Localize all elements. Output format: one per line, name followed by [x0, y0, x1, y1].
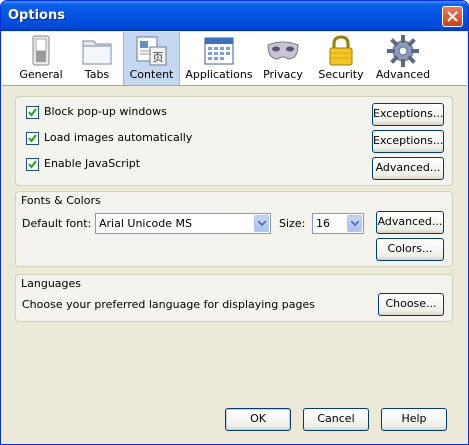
button-label: Advanced... — [375, 161, 441, 174]
pane-label: Applications — [185, 68, 253, 81]
font-size-select[interactable]: 16 — [312, 213, 364, 234]
fonts-colors-title: Fonts & Colors — [21, 194, 101, 207]
ok-button[interactable]: OK — [225, 408, 291, 431]
title-bar[interactable]: Options — [1, 1, 468, 31]
general-switch-icon — [32, 35, 50, 66]
tabs-folder-icon — [82, 40, 112, 65]
pane-security[interactable]: Security — [313, 32, 369, 85]
pane-applications[interactable]: Applications — [184, 32, 254, 85]
button-label: Exceptions... — [373, 134, 444, 147]
fonts-colors-group: Fonts & Colors Default font: Arial Unico… — [15, 191, 453, 267]
button-label: Colors... — [387, 242, 433, 255]
pane-toolbar: General Tabs 页 Content Applications Priv… — [2, 32, 467, 86]
window-title: Options — [8, 8, 65, 23]
help-button[interactable]: Help — [381, 408, 447, 431]
pane-label: Tabs — [84, 68, 110, 81]
pane-content[interactable]: 页 Content — [123, 32, 180, 85]
load-images-label: Load images automatically — [44, 131, 193, 144]
chevron-down-icon — [258, 221, 266, 226]
pane-label: General — [19, 68, 63, 81]
checkmark-icon — [28, 134, 37, 143]
choose-language-button[interactable]: Choose... — [378, 293, 444, 316]
options-window: Options General Tabs 页 Content Applicati… — [0, 0, 469, 445]
popup-exceptions-button[interactable]: Exceptions... — [372, 103, 444, 126]
default-font-select[interactable]: Arial Unicode MS — [95, 213, 271, 234]
javascript-advanced-button[interactable]: Advanced... — [372, 157, 444, 180]
pane-advanced[interactable]: Advanced — [373, 32, 433, 85]
pane-label: Content — [129, 68, 174, 81]
block-popups-label: Block pop-up windows — [44, 105, 167, 118]
chevron-down-icon — [351, 221, 359, 226]
languages-group: Languages Choose your preferred language… — [15, 274, 453, 322]
languages-description: Choose your preferred language for displ… — [22, 298, 315, 311]
cancel-button[interactable]: Cancel — [303, 408, 369, 431]
checkmark-icon — [28, 108, 37, 117]
enable-javascript-checkbox[interactable] — [26, 158, 39, 171]
default-font-label: Default font: — [22, 217, 92, 230]
content-page-icon: 页 — [136, 36, 166, 66]
pane-label: Security — [318, 68, 364, 81]
button-label: Choose... — [385, 297, 437, 310]
pane-privacy[interactable]: Privacy — [258, 32, 308, 85]
close-icon — [447, 11, 458, 22]
load-images-checkbox[interactable] — [26, 132, 39, 145]
dropdown-arrow — [347, 215, 362, 232]
languages-title: Languages — [21, 277, 82, 290]
fonts-advanced-button[interactable]: Advanced... — [376, 211, 444, 234]
colors-button[interactable]: Colors... — [376, 238, 444, 261]
size-label: Size: — [279, 217, 306, 230]
default-font-value: Arial Unicode MS — [99, 217, 192, 230]
applications-calendar-icon — [204, 37, 234, 65]
button-label: Advanced... — [377, 215, 443, 228]
pane-label: Privacy — [263, 68, 303, 81]
svg-text:页: 页 — [152, 51, 163, 64]
font-size-value: 16 — [316, 217, 330, 230]
button-label: Help — [401, 412, 427, 425]
pane-general[interactable]: General — [10, 32, 72, 85]
button-label: Exceptions... — [373, 107, 444, 120]
content-options-group: Block pop-up windows Exceptions... Load … — [15, 96, 453, 186]
pane-tabs[interactable]: Tabs — [72, 32, 122, 85]
images-exceptions-button[interactable]: Exceptions... — [372, 130, 444, 153]
checkmark-icon — [28, 160, 37, 169]
button-label: Cancel — [317, 412, 355, 425]
pane-label: Advanced — [375, 68, 431, 81]
button-label: OK — [250, 412, 266, 425]
security-padlock-icon — [329, 35, 353, 66]
enable-javascript-label: Enable JavaScript — [44, 157, 141, 170]
block-popups-checkbox[interactable] — [26, 106, 39, 119]
close-button[interactable] — [442, 6, 463, 27]
advanced-gear-icon — [387, 35, 419, 67]
dropdown-arrow — [254, 215, 269, 232]
privacy-mask-icon — [267, 41, 299, 60]
